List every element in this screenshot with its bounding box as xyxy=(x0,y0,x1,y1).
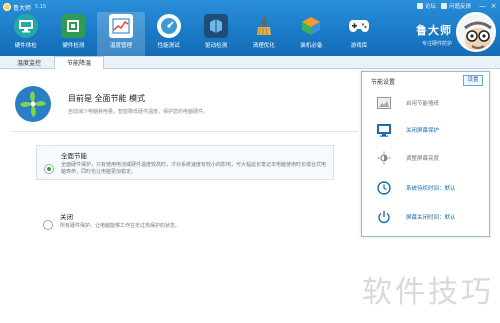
top-links: 论坛 问题反馈 — × xyxy=(416,2,497,10)
brand-block: 鲁大师 专注硬件防护 xyxy=(416,22,452,47)
install-icon xyxy=(299,14,323,38)
option-title: 全面节能 xyxy=(61,152,87,160)
panel-item-brightness[interactable]: 调整屏幕亮度 xyxy=(362,146,491,170)
energy-settings-panel: 节能设置 设置 启用节能墙纸 关闭屏幕保护 调整屏幕亮度 系统待机时间：默认 屏… xyxy=(361,71,490,237)
forum-icon xyxy=(416,3,423,9)
nav-label: 硬件检测 xyxy=(62,43,85,49)
hardware-detect-icon xyxy=(61,14,86,38)
app-window: 鲁大师 5.15 论坛 问题反馈 — × 硬件体检 硬件检测 温度管理 性能测试… xyxy=(0,0,500,323)
option-off[interactable]: 关闭 所有硬件保护，让电脑能够工作在无过热保护的状态。 xyxy=(36,207,334,234)
nav-label: 驱动检测 xyxy=(205,43,228,49)
tab-temperature-monitor[interactable]: 温度监控 xyxy=(4,56,54,69)
nav-temperature[interactable]: 温度管理 xyxy=(97,12,145,56)
settings-button[interactable]: 设置 xyxy=(463,75,483,86)
app-version: 5.15 xyxy=(35,4,47,10)
current-mode-title: 目前是 全面节能 模式 xyxy=(68,94,146,103)
wallpaper-icon xyxy=(377,96,391,110)
feedback-link[interactable]: 问题反馈 xyxy=(440,2,471,10)
standby-clock-icon xyxy=(377,181,391,195)
brand-name: 鲁大师 xyxy=(416,24,452,37)
panel-item-label: 关闭屏幕保护 xyxy=(406,128,440,134)
tab-bar: 温度监控 节能降温 xyxy=(0,56,500,70)
app-logo-icon xyxy=(3,3,11,11)
nav-install[interactable]: 装机必备 xyxy=(288,12,336,56)
performance-icon xyxy=(156,14,181,38)
mascot-avatar xyxy=(456,12,496,52)
panel-item-wallpaper[interactable]: 启用节能墙纸 xyxy=(362,91,491,115)
panel-item-standby[interactable]: 系统待机时间：默认 xyxy=(362,176,491,200)
panel-item-label: 调整屏幕亮度 xyxy=(406,156,440,162)
app-title: 鲁大师 5.15 xyxy=(3,2,46,12)
option-description: 所有硬件保护，让电脑能够工作在无过热保护的状态。 xyxy=(60,223,181,229)
nav-label: 温度管理 xyxy=(109,43,132,49)
nav-label: 硬件体检 xyxy=(14,43,37,49)
panel-item-label: 屏幕关闭时间：默认 xyxy=(406,215,456,221)
panel-title: 节能设置 xyxy=(371,79,396,86)
panel-item-label: 启用节能墙纸 xyxy=(406,101,440,107)
feedback-label: 问题反馈 xyxy=(448,4,471,10)
option-title: 关闭 xyxy=(60,213,73,221)
tab-energy-saving[interactable]: 节能降温 xyxy=(54,56,105,70)
forum-label: 论坛 xyxy=(424,4,436,10)
temperature-icon xyxy=(108,14,133,38)
close-button[interactable]: × xyxy=(490,2,497,10)
nav-games[interactable]: 游戏库 xyxy=(335,12,383,56)
brightness-icon xyxy=(377,151,391,165)
watermark-text: 软件技巧 xyxy=(362,275,494,310)
current-mode-description: 自动减少电脑耗电量，智能降低硬件温度，保护您的电脑硬件。 xyxy=(68,109,209,115)
main-nav: 硬件体检 硬件检测 温度管理 性能测试 驱动检测 清理优化 装机必备 游戏库 xyxy=(2,12,383,56)
brand-slogan: 专注硬件防护 xyxy=(421,41,452,47)
fan-icon xyxy=(15,86,51,122)
nav-label: 性能测试 xyxy=(157,43,180,49)
nav-cleanup[interactable]: 清理优化 xyxy=(240,12,288,56)
panel-item-label: 系统待机时间：默认 xyxy=(406,186,456,192)
panel-item-screensaver[interactable]: 关闭屏幕保护 xyxy=(362,118,491,142)
panel-item-screen-off[interactable]: 屏幕关闭时间：默认 xyxy=(362,205,491,229)
window-controls: — × xyxy=(479,2,497,10)
power-icon xyxy=(377,210,391,224)
app-name: 鲁大师 xyxy=(13,4,32,12)
nav-label: 游戏库 xyxy=(350,43,368,49)
nav-hardware-detect[interactable]: 硬件检测 xyxy=(50,12,98,56)
divider xyxy=(12,131,358,132)
minimize-button[interactable]: — xyxy=(479,2,486,10)
monitor-icon xyxy=(377,123,391,137)
option-description: 全面硬件保护，只有使用电池或硬件温度较高时，才对系统速度有较小的影响，可大幅延长… xyxy=(61,162,327,175)
forum-link[interactable]: 论坛 xyxy=(416,2,436,10)
hardware-check-icon xyxy=(13,14,38,38)
nav-driver[interactable]: 驱动检测 xyxy=(192,12,240,56)
feedback-icon xyxy=(440,3,447,9)
radio-full-saving[interactable] xyxy=(44,164,54,174)
option-full-saving[interactable]: 全面节能 全面硬件保护，只有使用电池或硬件温度较高时，才对系统速度有较小的影响，… xyxy=(36,145,334,180)
gamepad-icon xyxy=(347,14,371,38)
nav-hardware-check[interactable]: 硬件体检 xyxy=(2,12,50,56)
radio-off[interactable] xyxy=(43,220,53,230)
nav-label: 装机必备 xyxy=(300,43,323,49)
nav-label: 清理优化 xyxy=(252,43,275,49)
broom-icon xyxy=(252,14,276,38)
nav-performance[interactable]: 性能测试 xyxy=(145,12,193,56)
driver-icon xyxy=(204,14,229,38)
header-bar: 鲁大师 5.15 论坛 问题反馈 — × 硬件体检 硬件检测 温度管理 性能测试… xyxy=(0,0,500,56)
